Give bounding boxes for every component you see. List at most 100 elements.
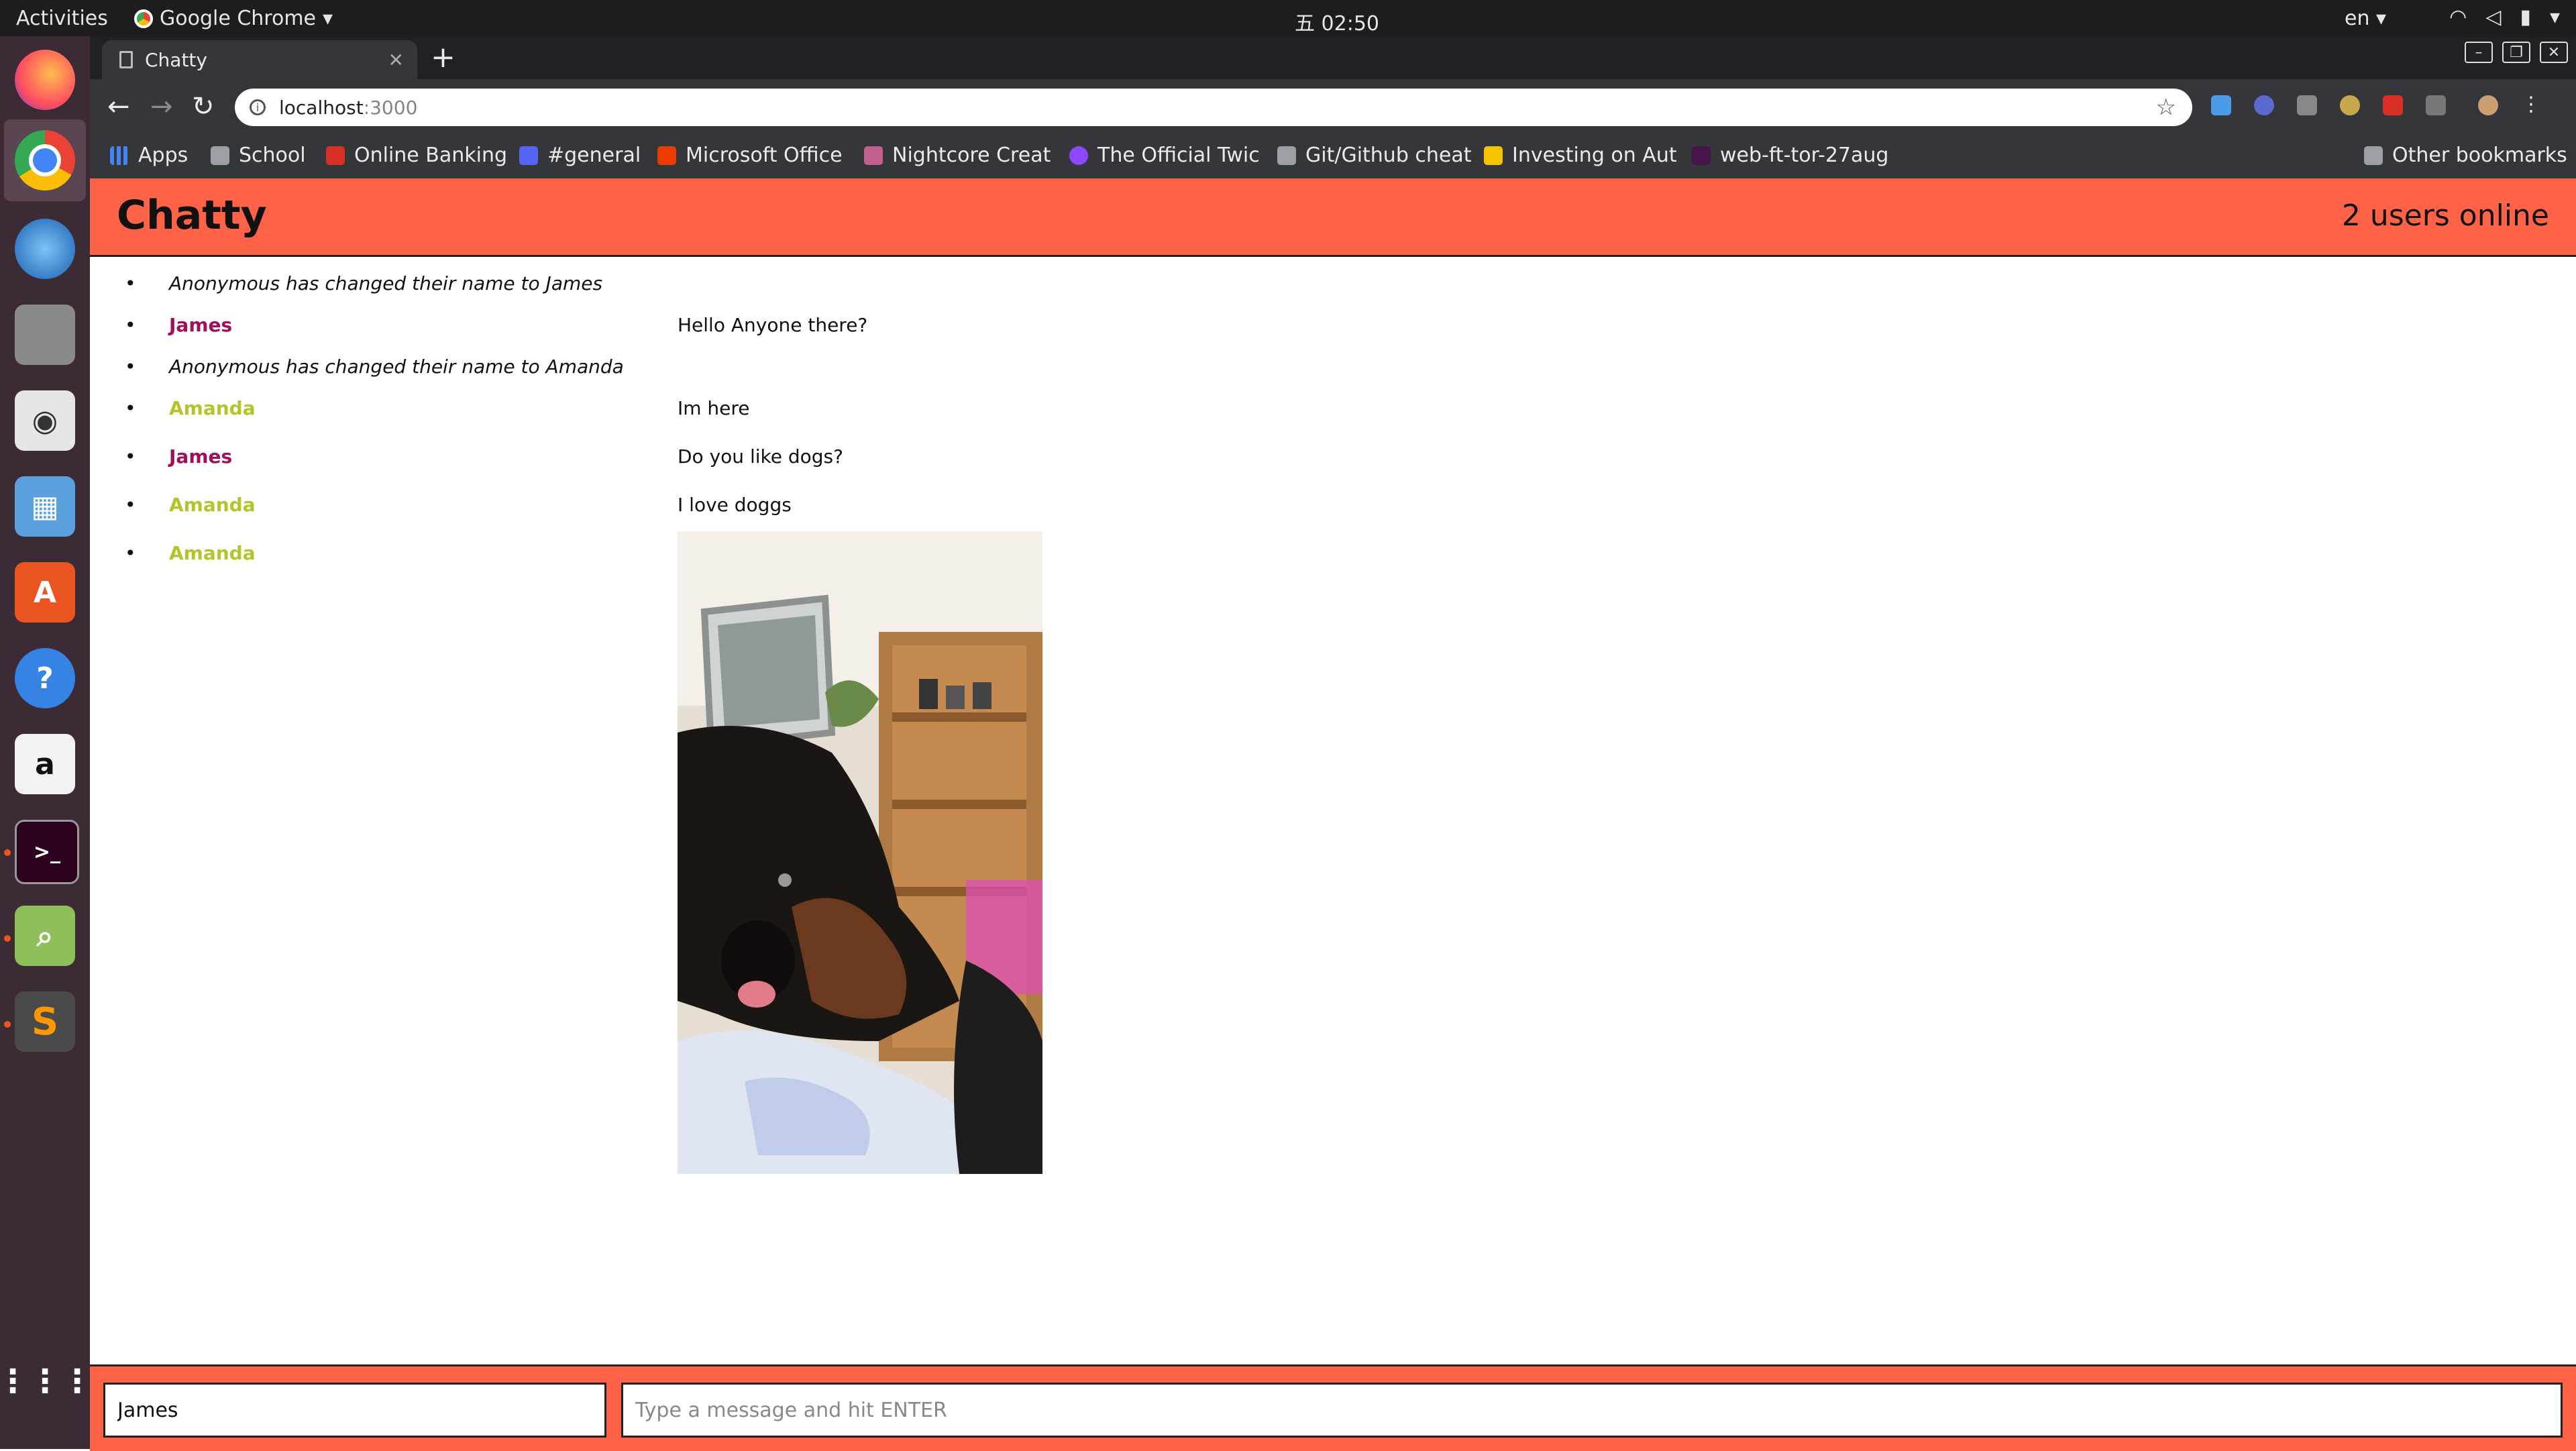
clock[interactable]: 五 02:50 (1295, 7, 1379, 36)
list-bullet: • (125, 397, 136, 419)
bookmark-twitch[interactable]: The Official Twic (1069, 144, 1271, 167)
gnome-top-bar: Activities Google Chrome ▾ 五 02:50 en ▾ … (0, 0, 2576, 36)
new-tab-button[interactable]: + (431, 40, 455, 74)
message-username: James (169, 445, 233, 468)
system-text: Anonymous has changed their name to Jame… (169, 272, 603, 294)
dog-photo-drawing (678, 531, 1042, 1174)
avatar[interactable] (2478, 95, 2498, 115)
amazon-icon[interactable]: a (15, 734, 75, 794)
forward-icon[interactable]: → (150, 91, 173, 122)
bookmark-microsoft-office[interactable]: Microsoft Office (657, 144, 859, 167)
chrome-icon[interactable] (15, 130, 75, 191)
bookmark-apps[interactable]: Apps (110, 144, 188, 167)
firefox-icon[interactable] (15, 50, 75, 110)
system-tray[interactable]: ◠ ◁ ▮ ▾ (2449, 5, 2560, 29)
list-bullet: • (125, 494, 136, 516)
restore-icon[interactable]: ❐ (2502, 42, 2530, 63)
system-monitor-icon[interactable]: ⌕ (15, 906, 75, 966)
folder-icon (1277, 146, 1296, 165)
browser-toolbar: ← → ↻ i localhost:3000 ☆ ⋮ (90, 79, 2576, 136)
bookmark-label: School (239, 144, 306, 167)
message-input[interactable] (621, 1383, 2563, 1438)
tab-chatty[interactable]: Chatty ✕ (102, 40, 417, 79)
nightcore-icon (864, 146, 883, 165)
close-icon[interactable]: ✕ (388, 49, 404, 71)
close-window-icon[interactable]: ✕ (2540, 42, 2568, 63)
volume-icon: ◁ (2485, 5, 2502, 29)
sublime-text-icon[interactable]: S (15, 991, 75, 1052)
list-bullet: • (125, 314, 136, 336)
app-header: Chatty 2 users online (90, 178, 2576, 257)
message-content: Do you like dogs? (678, 445, 843, 468)
bookmark-label: Other bookmarks (2392, 144, 2567, 167)
app-brand[interactable]: Chatty (117, 192, 267, 239)
running-indicator (4, 935, 11, 942)
image-viewer-icon[interactable]: ▦ (15, 476, 75, 537)
software-center-icon[interactable]: A (15, 562, 75, 623)
discord-icon (519, 146, 538, 165)
bookmark-git-github[interactable]: Git/Github cheat (1277, 144, 1479, 167)
chevron-down-icon: ▾ (2549, 5, 2560, 29)
extension-icon[interactable] (2426, 95, 2446, 115)
app-menu[interactable]: Google Chrome ▾ (134, 7, 333, 30)
extensions-area: ⋮ (2211, 95, 2541, 115)
bookmark-nightcore[interactable]: Nightcore Creat (864, 144, 1065, 167)
minimize-icon[interactable]: – (2465, 42, 2493, 63)
back-icon[interactable]: ← (107, 91, 130, 122)
help-icon[interactable]: ? (15, 648, 75, 708)
show-applications-icon[interactable]: ⋮⋮⋮ (0, 1351, 93, 1411)
extension-icon[interactable] (2297, 95, 2317, 115)
bookmark-web-ft-tor[interactable]: web-ft-tor-27aug (1692, 144, 1893, 167)
bookmark-investing[interactable]: Investing on Aut (1484, 144, 1685, 167)
bookmarks-bar: Apps School Online Banking #general Micr… (90, 136, 2576, 178)
info-icon[interactable]: i (250, 99, 266, 115)
language-indicator[interactable]: en ▾ (2345, 7, 2386, 30)
bookmark-label: Online Banking (354, 144, 508, 167)
bookmark-online-banking[interactable]: Online Banking (326, 144, 507, 167)
url-port: :3000 (363, 96, 418, 119)
files-icon[interactable] (15, 305, 75, 365)
username-input[interactable] (103, 1383, 606, 1438)
star-icon[interactable]: ☆ (2156, 94, 2176, 121)
office-icon (657, 146, 676, 165)
list-bullet: • (125, 445, 136, 468)
page-icon (119, 51, 133, 68)
reload-icon[interactable]: ↻ (192, 91, 215, 122)
bookmark-school[interactable]: School (211, 144, 306, 167)
system-text: Anonymous has changed their name to Aman… (169, 356, 624, 378)
bookmark-label: #general (547, 144, 641, 167)
window-controls: – ❐ ✕ (2465, 42, 2568, 63)
extension-icon[interactable] (2254, 95, 2274, 115)
bookmark-label: Git/Github cheat (1305, 144, 1472, 167)
folder-icon (2364, 146, 2383, 165)
thunderbird-icon[interactable] (15, 219, 75, 279)
chatty-page: Chatty 2 users online • Anonymous has ch… (90, 178, 2576, 1451)
bookmark-other[interactable]: Other bookmarks (2364, 144, 2567, 167)
bookmark-general[interactable]: #general (519, 144, 641, 167)
slack-icon (1692, 146, 1711, 165)
rhythmbox-icon[interactable]: ◉ (15, 390, 75, 451)
bookmark-label: Apps (138, 144, 189, 167)
extension-icon[interactable] (2340, 95, 2360, 115)
message-username: James (169, 314, 233, 336)
message-content: Hello Anyone there? (678, 314, 868, 336)
activities-button[interactable]: Activities (16, 7, 108, 30)
bookmark-label: Microsoft Office (686, 144, 843, 167)
url-host: localhost (279, 96, 364, 119)
address-bar[interactable]: i localhost:3000 ☆ (235, 89, 2192, 126)
message-username: Amanda (169, 397, 256, 419)
bookmark-label: The Official Twic (1097, 144, 1260, 167)
menu-icon[interactable]: ⋮ (2521, 95, 2541, 115)
apps-grid-icon (110, 146, 129, 165)
twitch-icon (1069, 146, 1088, 165)
investing-icon (1484, 146, 1503, 165)
extension-icon[interactable] (2383, 95, 2403, 115)
running-indicator (4, 1021, 11, 1028)
folder-icon (211, 146, 229, 165)
users-online-count: 2 users online (2341, 199, 2549, 233)
terminal-icon[interactable]: >_ (15, 820, 79, 884)
extension-icon[interactable] (2211, 95, 2231, 115)
ubuntu-dock: ◉ ▦ A ? a >_ ⌕ S ⋮⋮⋮ (0, 36, 93, 1449)
list-bullet: • (125, 542, 136, 564)
list-bullet: • (125, 356, 136, 378)
